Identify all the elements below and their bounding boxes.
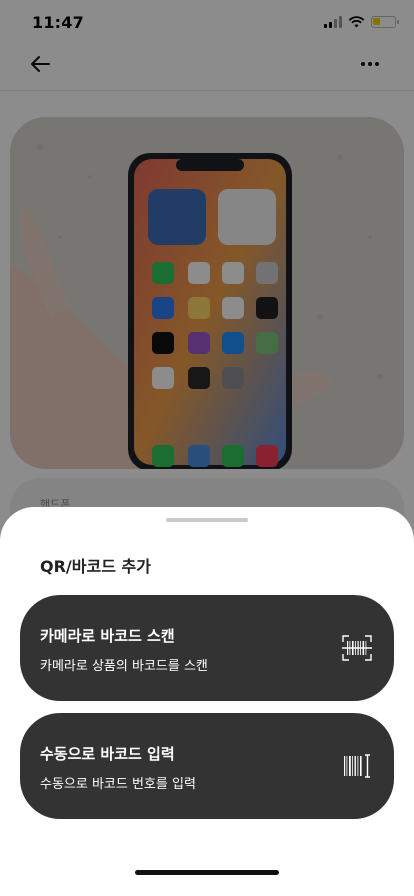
barcode-scan-icon: [342, 635, 372, 661]
sheet-grabber[interactable]: [166, 518, 248, 522]
option-title: 수동으로 바코드 입력: [40, 745, 175, 763]
manual-entry-option[interactable]: 수동으로 바코드 입력 수동으로 바코드 번호를 입력: [20, 713, 394, 819]
option-title: 카메라로 바코드 스캔: [40, 627, 175, 645]
option-description: 카메라로 상품의 바코드를 스캔: [40, 659, 208, 674]
barcode-bottom-sheet: QR/바코드 추가 카메라로 바코드 스캔 카메라로 상품의 바코드를 스캔 수…: [0, 507, 414, 896]
barcode-input-icon: [344, 754, 370, 778]
camera-scan-option[interactable]: 카메라로 바코드 스캔 카메라로 상품의 바코드를 스캔: [20, 595, 394, 701]
option-description: 수동으로 바코드 번호를 입력: [40, 777, 196, 792]
sheet-title: QR/바코드 추가: [40, 557, 151, 576]
home-indicator: [135, 870, 279, 875]
